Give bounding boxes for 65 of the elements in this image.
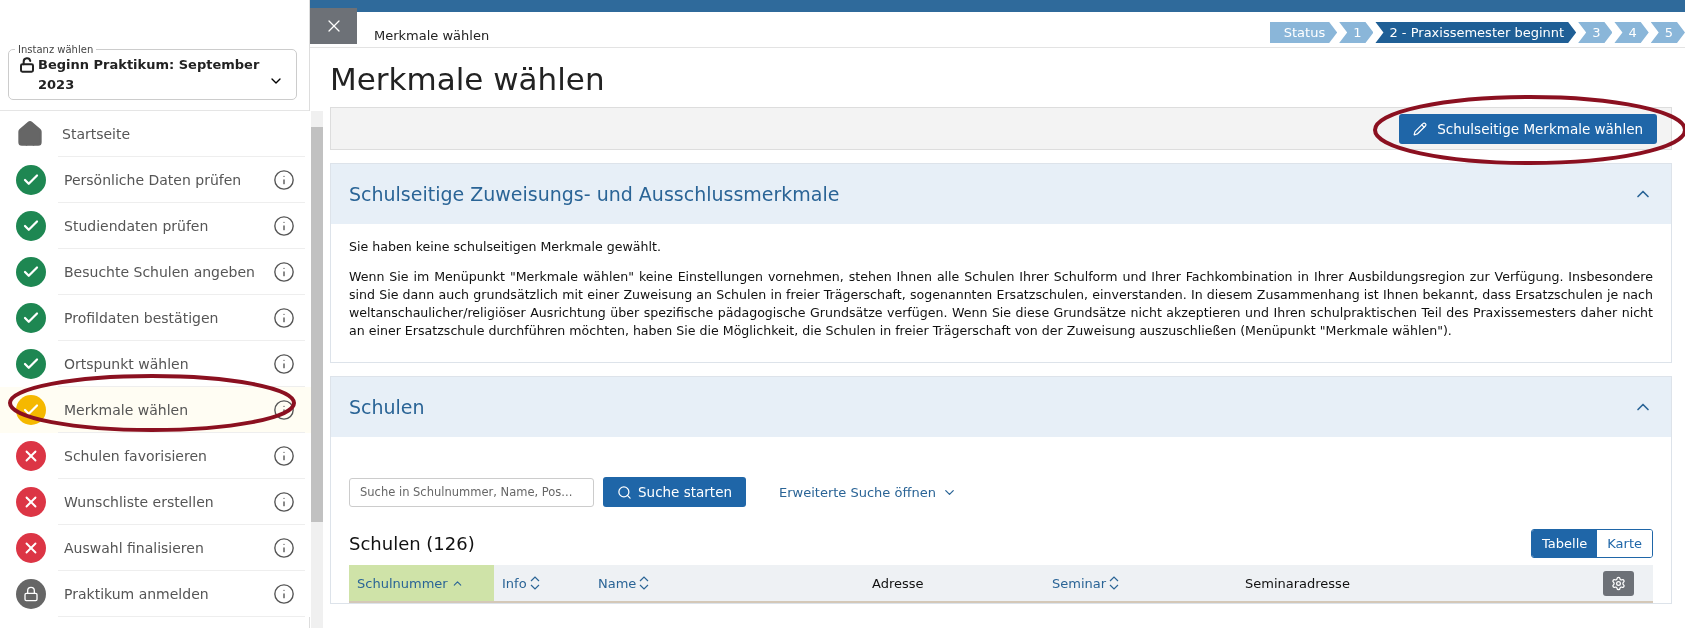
info-icon[interactable] <box>273 537 295 559</box>
advanced-search-link[interactable]: Erweiterte Suche öffnen <box>773 483 963 501</box>
choose-criteria-button[interactable]: Schulseitige Merkmale wählen <box>1399 113 1657 144</box>
info-icon[interactable] <box>273 491 295 513</box>
check-status-icon <box>16 349 46 379</box>
info-icon[interactable] <box>273 261 295 283</box>
check-status-icon <box>16 303 46 333</box>
nav-label: Profildaten bestätigen <box>64 310 220 326</box>
paragraph: Wenn Sie im Menüpunkt "Merkmale wählen" keine Einstellungen vornehmen, stehen Ihnen alle Schulen Ihrer Schulform und Ihrer Fachkombination in Ihrer Ausbildungsregion zur Verfügung. Insbesondere sind Sie dann auch grundsätzlich mit einer Zuweisung an Schulen in freier Trägerschaft, sogenannten Ersatzschulen, einverstanden. In diesem Zusammenhang ist Ihnen bekannt, dass Ersatzschulen je nach weltanschaulicher/religiöser Ausrichtung über spezifische pädagogische Grundsätze verfügen. Wenn Sie diese Grundsätze nicht akzeptieren und Ihren schulpraktischen Teil des Praxissemesters daher nicht an einer Ersatzschule durchführen möchten, haben Sie die Möglichkeit, die Schulen in freier Trägerschaft von der Zuweisung auszuschließen (Menüpunkt "Merkmale wählen"). <box>349 268 1653 340</box>
column-header[interactable]: Info <box>494 565 590 601</box>
nav-label: Startseite <box>62 126 132 142</box>
panel-header[interactable]: Schulen <box>331 377 1671 437</box>
nav-item[interactable]: Merkmale wählen <box>0 387 311 433</box>
instance-select[interactable]: Instanz wählen Beginn Praktikum: September 2023 <box>8 44 297 100</box>
search-field[interactable]: Suche in Schulnummer, Name, Pos... <box>349 477 594 507</box>
header-title: Merkmale wählen <box>374 28 491 43</box>
cross-status-icon <box>16 441 46 471</box>
settings-button[interactable] <box>1603 570 1634 596</box>
column-header[interactable]: Schulnummer <box>349 565 494 601</box>
info-icon[interactable] <box>273 583 295 605</box>
sort-icon <box>639 576 650 590</box>
column-header[interactable]: Seminar <box>1044 565 1237 601</box>
paragraph: Sie haben keine schulseitigen Merkmale gewählt. <box>349 238 662 256</box>
nav-label: Studiendaten prüfen <box>64 218 210 234</box>
nav-label: Praktikum anmelden <box>64 586 210 602</box>
lock-status-icon <box>16 579 46 609</box>
nav-label: Persönliche Daten prüfen <box>64 172 243 188</box>
search-icon <box>617 484 632 500</box>
info-icon[interactable] <box>273 307 295 329</box>
cross-status-icon <box>16 533 46 563</box>
nav-label: Besuchte Schulen angeben <box>64 264 255 280</box>
info-icon[interactable] <box>273 445 295 467</box>
sort-icon <box>529 576 540 590</box>
column-header[interactable]: Name <box>590 565 864 601</box>
pencil-icon <box>1413 121 1428 136</box>
cross-status-icon <box>16 487 46 517</box>
sort-icon <box>1109 576 1120 590</box>
column-header: Seminaradresse <box>1244 574 1351 593</box>
info-icon[interactable] <box>273 399 295 421</box>
home-icon <box>16 120 44 148</box>
scrollbar[interactable] <box>311 111 323 628</box>
search-button[interactable]: Suche starten <box>603 477 746 507</box>
progress-step[interactable]: 2 - Praxissemester beginnt <box>1375 22 1577 43</box>
unlocked-icon <box>19 57 35 73</box>
nav-label: Auswahl finalisieren <box>64 540 205 556</box>
check-status-icon <box>16 257 46 287</box>
instance-label: Instanz wählen <box>17 44 95 55</box>
panel-header[interactable]: Schulseitige Zuweisungs- und Ausschlussmerkmale <box>331 164 1671 224</box>
column-header: Adresse <box>871 574 925 593</box>
info-icon[interactable] <box>273 215 295 237</box>
panel-title: Schulen <box>349 396 425 418</box>
page-title: Merkmale wählen <box>330 61 606 97</box>
info-icon[interactable] <box>273 353 295 375</box>
nav-label: Ortspunkt wählen <box>64 356 190 372</box>
nav-label: Merkmale wählen <box>64 402 189 418</box>
info-icon[interactable] <box>273 169 295 191</box>
instance-value: Beginn Praktikum: September 2023 <box>19 55 266 95</box>
check-status-icon <box>16 211 46 241</box>
panel-title: Schulseitige Zuweisungs- und Ausschlussmerkmale <box>349 183 840 205</box>
settings-icon <box>1611 575 1626 591</box>
nav-label: Schulen favorisieren <box>64 448 208 464</box>
nav-label: Wunschliste erstellen <box>64 494 215 510</box>
view-toggle[interactable]: Tabelle <box>1532 530 1598 557</box>
check-status-icon <box>16 165 46 195</box>
schools-count-title: Schulen (126) <box>349 533 475 554</box>
